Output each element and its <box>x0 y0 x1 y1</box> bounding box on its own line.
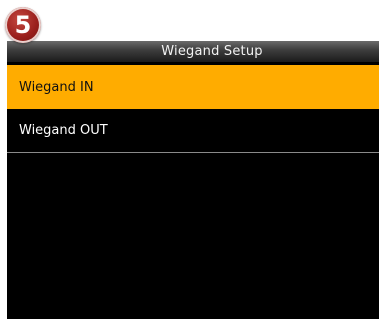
menu-item-label: Wiegand IN <box>19 79 94 95</box>
wiegand-menu: Wiegand IN Wiegand OUT <box>7 65 379 153</box>
menu-item-label: Wiegand OUT <box>19 123 108 138</box>
title-bar: Wiegand Setup <box>7 41 379 62</box>
window-title: Wiegand Setup <box>161 44 263 59</box>
step-number-badge: 5 <box>5 7 41 43</box>
step-number: 5 <box>14 10 32 39</box>
menu-item-wiegand-out[interactable]: Wiegand OUT <box>7 109 379 153</box>
menu-item-wiegand-in[interactable]: Wiegand IN <box>7 65 379 109</box>
device-screen: Wiegand Setup Wiegand IN Wiegand OUT <box>7 41 379 319</box>
illustration-canvas: 5 Wiegand Setup Wiegand IN Wiegand OUT <box>0 0 379 319</box>
